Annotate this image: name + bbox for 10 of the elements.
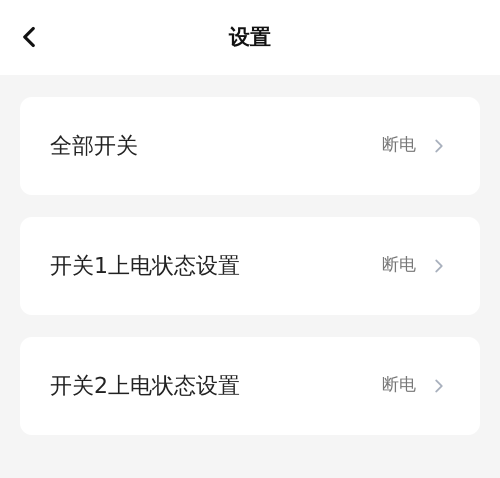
settings-row[interactable]: 开关1上电状态设置 断电 [20,217,480,315]
page-title: 设置 [229,24,271,51]
setting-value: 断电 [382,374,416,398]
setting-value: 断电 [382,254,416,278]
settings-row[interactable]: 开关2上电状态设置 断电 [20,337,480,435]
setting-value: 断电 [382,134,416,158]
setting-label: 全部开关 [50,132,138,160]
settings-row[interactable]: 全部开关 断电 [20,97,480,195]
setting-label: 开关2上电状态设置 [50,372,240,400]
setting-label: 开关1上电状态设置 [50,252,240,280]
